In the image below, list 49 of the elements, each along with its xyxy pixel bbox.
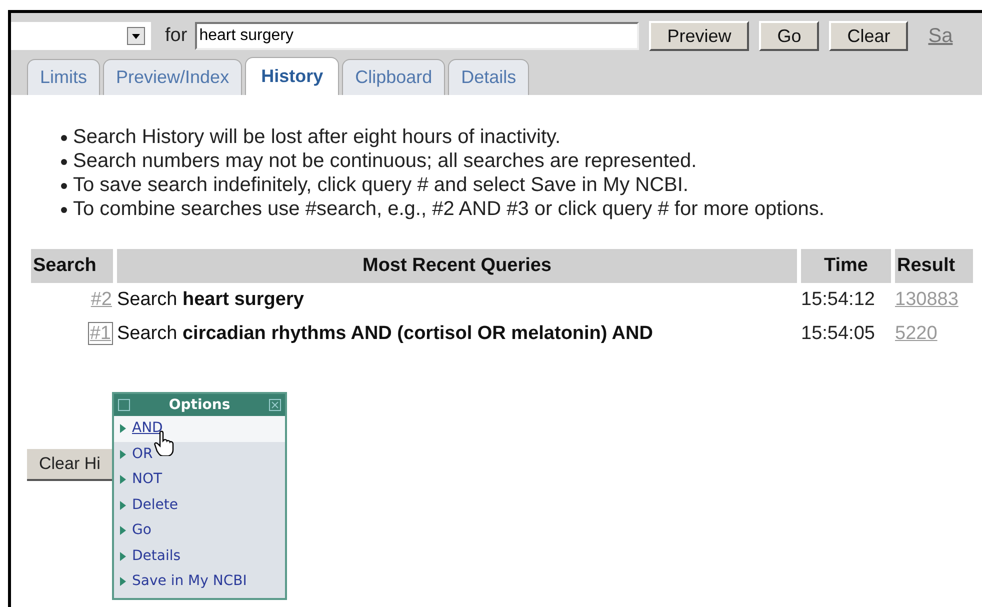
menu-item[interactable]: Go xyxy=(114,518,285,544)
search-field[interactable]: heart surgery xyxy=(195,22,640,50)
help-icon[interactable] xyxy=(118,399,130,411)
query-cell-text: Search heart surgery xyxy=(117,288,305,312)
toolbar-button[interactable]: Preview xyxy=(649,21,750,51)
toolbar-button[interactable]: Go xyxy=(759,21,820,51)
toolbar-button[interactable]: Clear xyxy=(829,21,908,51)
query-cell-text: Search circadian rhythms AND (cortisol OR melatonin) AND xyxy=(117,322,654,346)
for-label: for xyxy=(165,24,188,48)
time-cell-text: 15:54:12 xyxy=(801,288,876,312)
note-text: To save search indefinitely, click query # and select Save in My NCBI. xyxy=(73,173,688,197)
column-header: Time xyxy=(801,249,891,283)
note-text: Search History will be lost after eight hours of inactivity. xyxy=(73,125,561,149)
triangle-icon xyxy=(120,450,126,459)
tab[interactable]: Details xyxy=(448,59,530,95)
menu-label: Delete xyxy=(132,496,178,515)
time-cell-text: 15:54:05 xyxy=(801,322,876,346)
column-header: Search xyxy=(31,249,113,283)
hand-cursor-icon xyxy=(154,430,176,456)
menu-item[interactable]: Save in My NCBI xyxy=(114,569,285,594)
menu-label: Details xyxy=(132,546,181,566)
bullet-icon xyxy=(61,207,67,213)
bullet-icon xyxy=(61,159,67,165)
triangle-icon xyxy=(120,475,126,484)
tab[interactable]: Preview/Index xyxy=(103,59,242,95)
menu-label: Save in My NCBI xyxy=(132,572,247,592)
close-icon[interactable] xyxy=(269,399,281,411)
menu-item[interactable]: Details xyxy=(114,544,285,569)
column-header: Result xyxy=(895,249,973,283)
tab[interactable]: History xyxy=(245,57,340,95)
column-header: Most Recent Queries xyxy=(117,249,797,283)
triangle-icon xyxy=(120,577,126,586)
note-text: To combine searches use #search, e.g., #2 AND #3 or click query # for more options. xyxy=(73,197,824,221)
menu-item[interactable]: Delete xyxy=(114,492,285,518)
popup-title: Options xyxy=(168,396,230,414)
triangle-icon xyxy=(120,424,126,434)
bullet-icon xyxy=(61,135,67,141)
database-dropdown[interactable] xyxy=(11,22,151,50)
menu-item[interactable]: AND xyxy=(114,416,285,442)
triangle-icon xyxy=(120,500,126,510)
caret-icon xyxy=(127,27,145,45)
triangle-icon xyxy=(120,526,126,536)
tab[interactable]: Limits xyxy=(27,59,100,95)
bullet-icon xyxy=(61,183,67,189)
menu-label: Go xyxy=(132,521,152,540)
menu-label: AND xyxy=(132,419,163,438)
note-text: Search numbers may not be continuous; all searches are represented. xyxy=(73,149,697,173)
triangle-icon xyxy=(120,552,126,561)
tab[interactable]: Clipboard xyxy=(342,59,446,95)
